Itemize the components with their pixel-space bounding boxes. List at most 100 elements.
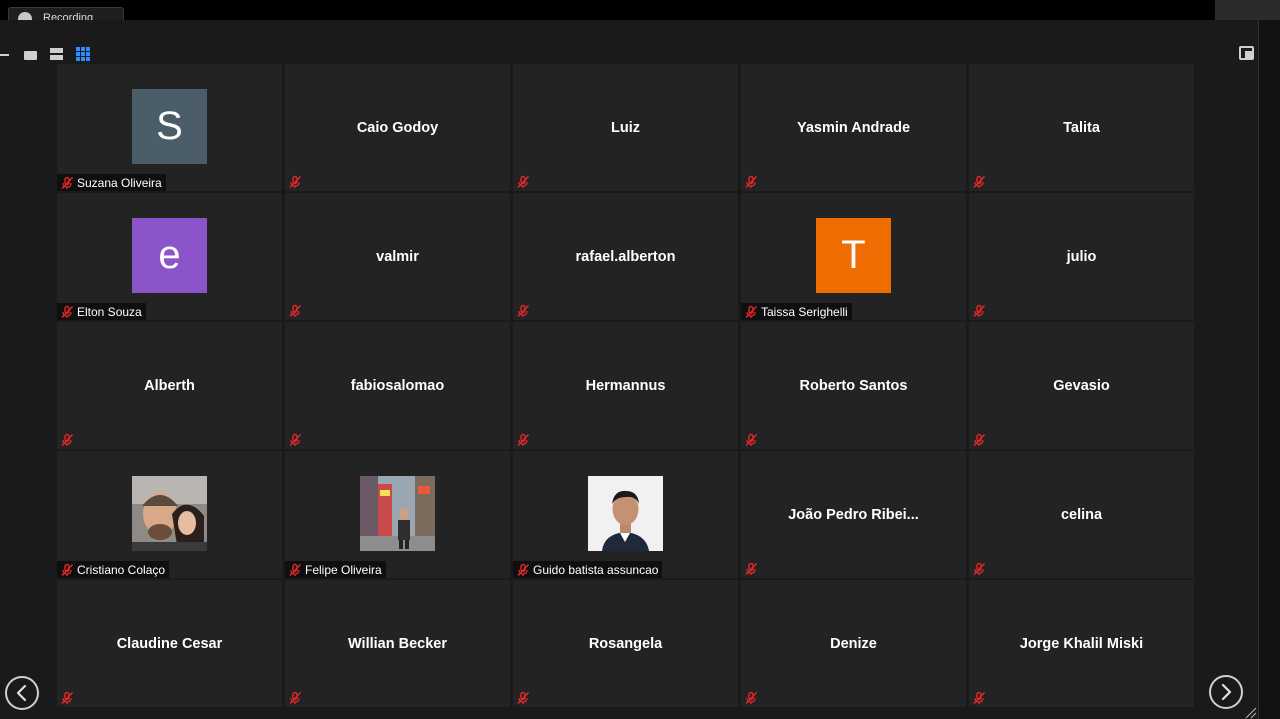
participant-name: Felipe Oliveira	[305, 562, 382, 577]
participant-tile[interactable]: fabiosalomao	[285, 322, 510, 449]
participant-tile[interactable]: João Pedro Ribei...	[741, 451, 966, 578]
mic-off-icon	[60, 305, 74, 319]
resize-grip-icon[interactable]	[1243, 705, 1257, 719]
participant-name: Talita	[1063, 119, 1100, 136]
mic-off-icon	[516, 175, 530, 189]
participant-name: Luiz	[611, 119, 640, 136]
participant-name: Elton Souza	[77, 304, 142, 319]
chevron-right-icon	[1221, 683, 1232, 701]
participant-tile[interactable]: Rosangela	[513, 580, 738, 707]
profile-photo	[588, 476, 663, 551]
participant-tile[interactable]: Caio Godoy	[285, 64, 510, 191]
mic-off-icon	[972, 691, 986, 705]
participant-tile[interactable]: e Elton Souza	[57, 193, 282, 320]
mic-off-icon	[288, 433, 302, 447]
avatar: e	[132, 218, 207, 293]
side-strip	[1259, 20, 1280, 719]
participant-name: Guido batista assuncao	[533, 562, 659, 577]
participant-tile[interactable]: julio	[969, 193, 1194, 320]
name-tag: Felipe Oliveira	[285, 561, 386, 578]
participant-tile[interactable]: S Suzana Oliveira	[57, 64, 282, 191]
next-page-button[interactable]	[1209, 675, 1243, 709]
avatar: T	[816, 218, 891, 293]
top-bar-right	[1215, 0, 1280, 20]
participant-name: fabiosalomao	[350, 377, 445, 394]
mic-off-icon	[516, 563, 530, 577]
participant-tile[interactable]: Gevasio	[969, 322, 1194, 449]
participant-name: rafael.alberton	[575, 248, 676, 265]
mic-off-icon	[60, 563, 74, 577]
participant-name: Jorge Khalil Miski	[1019, 635, 1144, 652]
profile-photo	[360, 476, 435, 551]
strip-view-icon[interactable]	[50, 48, 63, 60]
mic-off-icon	[516, 691, 530, 705]
minimize-icon[interactable]	[0, 54, 9, 56]
participant-name: Roberto Santos	[799, 377, 908, 394]
avatar: S	[132, 89, 207, 164]
participant-name: valmir	[376, 248, 419, 265]
participant-tile[interactable]: valmir	[285, 193, 510, 320]
mic-off-icon	[744, 305, 758, 319]
gallery-grid: S Suzana Oliveira Caio Godoy Luiz Yasmin And…	[57, 64, 1194, 708]
participant-name: celina	[1060, 506, 1103, 523]
participant-tile[interactable]: Willian Becker	[285, 580, 510, 707]
participant-name: Rosangela	[588, 635, 663, 652]
previous-page-button[interactable]	[5, 676, 39, 710]
mic-off-icon	[972, 175, 986, 189]
mic-off-icon	[972, 304, 986, 318]
mic-off-icon	[744, 433, 758, 447]
participant-tile[interactable]: Alberth	[57, 322, 282, 449]
participant-name: Claudine Cesar	[116, 635, 223, 652]
participant-tile[interactable]: Felipe Oliveira	[285, 451, 510, 578]
gallery-view-icon[interactable]	[76, 47, 90, 61]
participant-tile[interactable]: Yasmin Andrade	[741, 64, 966, 191]
mic-off-icon	[972, 433, 986, 447]
mic-off-icon	[744, 691, 758, 705]
name-tag: Guido batista assuncao	[513, 561, 663, 578]
participant-name: Denize	[830, 635, 877, 652]
participant-name: Taissa Serighelli	[761, 304, 848, 319]
participant-tile[interactable]: Guido batista assuncao	[513, 451, 738, 578]
mic-off-icon	[60, 691, 74, 705]
participant-name: João Pedro Ribei...	[788, 506, 919, 523]
mic-off-icon	[516, 433, 530, 447]
participant-name: julio	[1066, 248, 1097, 265]
name-tag: Cristiano Colaço	[57, 561, 170, 578]
mic-off-icon	[288, 691, 302, 705]
participant-tile[interactable]: Claudine Cesar	[57, 580, 282, 707]
mic-off-icon	[60, 176, 74, 190]
participant-name: Gevasio	[1053, 377, 1110, 394]
mic-off-icon	[516, 304, 530, 318]
top-bar: Recording	[0, 0, 1280, 27]
mic-off-icon	[60, 433, 74, 447]
mic-off-icon	[744, 562, 758, 576]
participant-tile[interactable]: Cristiano Colaço	[57, 451, 282, 578]
participant-tile[interactable]: Talita	[969, 64, 1194, 191]
name-tag: Elton Souza	[57, 303, 146, 320]
profile-photo	[132, 476, 207, 551]
participant-name: Alberth	[144, 377, 195, 394]
participant-tile[interactable]: Jorge Khalil Miski	[969, 580, 1194, 707]
participant-name: Suzana Oliveira	[77, 175, 162, 190]
participant-tile[interactable]: T Taissa Serighelli	[741, 193, 966, 320]
participant-tile[interactable]: Luiz	[513, 64, 738, 191]
mic-off-icon	[288, 175, 302, 189]
participant-name: Willian Becker	[348, 635, 447, 652]
name-tag: Suzana Oliveira	[57, 174, 166, 191]
participant-name: Hermannus	[585, 377, 666, 394]
participant-tile[interactable]: Denize	[741, 580, 966, 707]
exit-fullscreen-icon[interactable]	[1239, 46, 1254, 60]
name-tag: Taissa Serighelli	[741, 303, 852, 320]
mic-off-icon	[744, 175, 758, 189]
participant-name: Caio Godoy	[356, 119, 439, 136]
participant-name: Yasmin Andrade	[796, 119, 911, 136]
mic-off-icon	[288, 563, 302, 577]
participant-tile[interactable]: Hermannus	[513, 322, 738, 449]
participant-tile[interactable]: rafael.alberton	[513, 193, 738, 320]
participant-name: Cristiano Colaço	[77, 562, 166, 577]
participant-tile[interactable]: Roberto Santos	[741, 322, 966, 449]
speaker-view-icon[interactable]	[24, 51, 37, 60]
participant-tile[interactable]: celina	[969, 451, 1194, 578]
mic-off-icon	[288, 304, 302, 318]
mic-off-icon	[972, 562, 986, 576]
